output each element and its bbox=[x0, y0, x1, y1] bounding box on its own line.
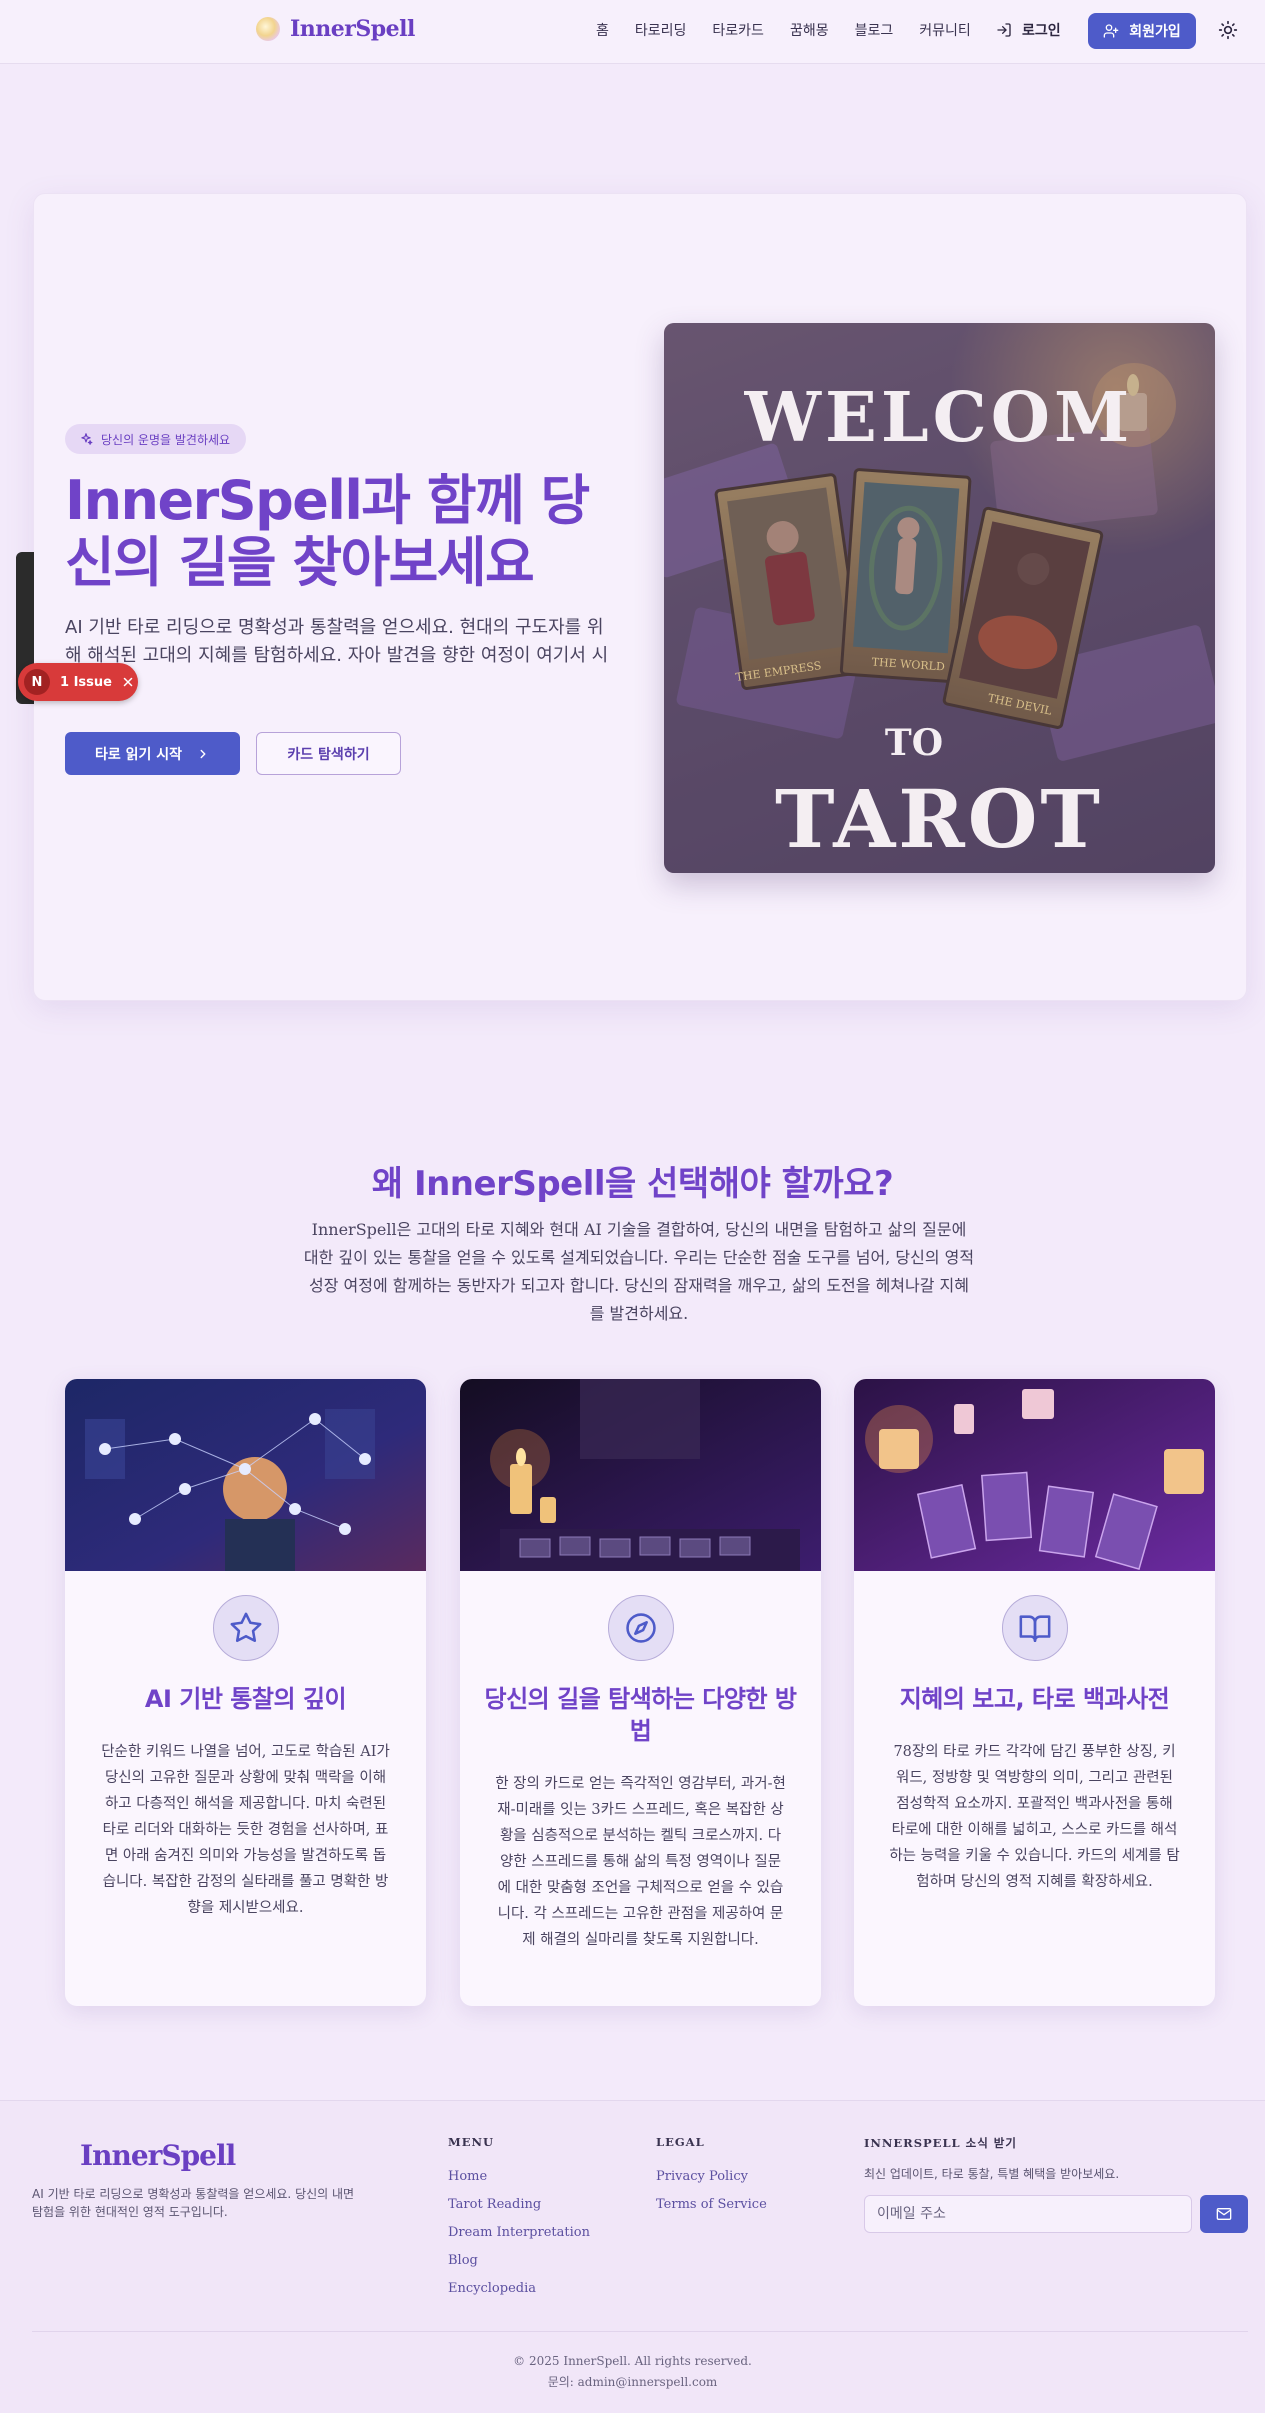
login-label: 로그인 bbox=[1022, 23, 1061, 39]
contact-email[interactable]: 문의: admin@innerspell.com bbox=[0, 2372, 1265, 2393]
footer-about: AI 기반 타로 리딩으로 명확성과 통찰력을 얻으세요. 당신의 내면 탐험을… bbox=[32, 2187, 355, 2219]
card-title: 지혜의 보고, 타로 백과사전 bbox=[899, 1685, 1170, 1713]
why-description: InnerSpell은 고대의 타로 지혜와 현대 AI 기술을 결합하여, 당… bbox=[303, 1220, 975, 1323]
card-title: AI 기반 통찰의 깊이 bbox=[144, 1685, 347, 1713]
star-icon bbox=[230, 1612, 262, 1643]
close-icon[interactable] bbox=[122, 676, 134, 688]
footer-menu-heading: MENU bbox=[448, 2135, 495, 2149]
login-button[interactable]: 로그인 bbox=[996, 20, 1061, 40]
card-icon-wrap bbox=[608, 1595, 674, 1661]
hero-badge: 당신의 운명을 발견하세요 bbox=[65, 424, 247, 454]
footer-link-terms[interactable]: Terms of Service bbox=[656, 2191, 767, 2219]
image-text-tarot: TAROT bbox=[775, 772, 1103, 866]
footer-link-tarot-reading[interactable]: Tarot Reading bbox=[448, 2191, 590, 2219]
brand-name: InnerSpell bbox=[290, 16, 415, 42]
hero-tarot-image: THE EMPRESS THE WORLD THE DEVIL WELCOM T… bbox=[664, 323, 1215, 873]
nav-link-tarot-reading[interactable]: 타로리딩 bbox=[635, 20, 687, 40]
email-input[interactable]: 이메일 주소 bbox=[864, 2195, 1192, 2233]
issue-avatar: N bbox=[24, 669, 50, 695]
logo-icon bbox=[256, 17, 280, 41]
footer-link-dream[interactable]: Dream Interpretation bbox=[448, 2219, 590, 2247]
nav-link-community[interactable]: 커뮤니티 bbox=[919, 20, 971, 40]
footer-link-blog[interactable]: Blog bbox=[448, 2247, 590, 2275]
hero-title: InnerSpell과 함께 당신의 길을 찾아보세요 bbox=[65, 469, 590, 594]
explore-cards-button[interactable]: 카드 탐색하기 bbox=[256, 732, 401, 775]
footer-newsletter: INNERSPELL 소식 받기 최신 업데이트, 타로 통찰, 특별 혜택을 … bbox=[864, 2135, 1244, 2182]
feature-image-spreads bbox=[460, 1379, 821, 1571]
copyright-text: © 2025 InnerSpell. All rights reserved. bbox=[513, 2354, 752, 2368]
book-icon bbox=[1019, 1615, 1051, 1643]
signup-label: 회원가입 bbox=[1129, 24, 1181, 40]
nav-link-tarot-cards[interactable]: 타로카드 bbox=[712, 20, 764, 40]
card-text: 한 장의 카드로 얻는 즉각적인 영감부터, 과거-현재-미래를 잇는 3카드 … bbox=[495, 1776, 786, 1948]
footer-brand[interactable]: InnerSpell bbox=[80, 2139, 236, 2172]
mail-icon bbox=[1216, 2208, 1232, 2220]
card-text: 78장의 타로 카드 각각에 담긴 풍부한 상징, 키워드, 정방향 및 역방향… bbox=[889, 1744, 1180, 1890]
start-reading-label: 타로 읽기 시작 bbox=[94, 746, 183, 763]
start-reading-button[interactable]: 타로 읽기 시작 bbox=[65, 732, 240, 775]
compass-icon bbox=[626, 1613, 656, 1643]
feature-card-ai: AI 기반 통찰의 깊이 단순한 키워드 나열을 넘어, 고도로 학습된 AI가… bbox=[65, 1379, 426, 2006]
image-text-to: TO bbox=[885, 722, 943, 764]
sun-icon[interactable] bbox=[1218, 20, 1238, 40]
why-title: 왜 InnerSpell을 선택해야 할까요? bbox=[371, 1164, 894, 1204]
hero-badge-label: 당신의 운명을 발견하세요 bbox=[101, 432, 231, 447]
footer-legal: LEGAL Privacy Policy Terms of Service bbox=[656, 2135, 767, 2219]
feature-image-encyclopedia bbox=[854, 1379, 1215, 1571]
footer-link-privacy[interactable]: Privacy Policy bbox=[656, 2163, 767, 2191]
footer-divider bbox=[32, 2331, 1248, 2332]
nav-links: 홈 타로리딩 타로카드 꿈해몽 블로그 커뮤니티 bbox=[596, 20, 971, 40]
footer: InnerSpell AI 기반 타로 리딩으로 명확성과 통찰력을 얻으세요.… bbox=[0, 2100, 1265, 2413]
card-icon-wrap bbox=[213, 1595, 279, 1661]
footer-legal-heading: LEGAL bbox=[656, 2135, 705, 2149]
nav-link-home[interactable]: 홈 bbox=[596, 20, 609, 40]
nav-link-dream[interactable]: 꿈해몽 bbox=[790, 20, 829, 40]
hero-subtitle: AI 기반 타로 리딩으로 명확성과 통찰력을 얻으세요. 현대의 구도자를 위… bbox=[65, 617, 609, 694]
card-title: 당신의 길을 탐색하는 다양한 방법 bbox=[484, 1685, 797, 1745]
footer-link-encyclopedia[interactable]: Encyclopedia bbox=[448, 2275, 590, 2303]
chevron-right-icon bbox=[200, 749, 206, 758]
newsletter-description: 최신 업데이트, 타로 통찰, 특별 혜택을 받아보세요. bbox=[864, 2167, 1120, 2181]
user-plus-icon bbox=[1103, 24, 1119, 38]
subscribe-button[interactable] bbox=[1200, 2195, 1248, 2233]
feature-card-spreads: 당신의 길을 탐색하는 다양한 방법 한 장의 카드로 얻는 즉각적인 영감부터… bbox=[460, 1379, 821, 2006]
brand[interactable]: InnerSpell bbox=[256, 16, 415, 42]
feature-image-ai bbox=[65, 1379, 426, 1571]
login-icon bbox=[997, 23, 1011, 37]
top-navbar: InnerSpell 홈 타로리딩 타로카드 꿈해몽 블로그 커뮤니티 로그인 … bbox=[0, 0, 1265, 64]
image-text-welcome: WELCOM bbox=[744, 378, 1134, 458]
issue-label: 1 Issue bbox=[60, 674, 112, 690]
signup-button[interactable]: 회원가입 bbox=[1088, 13, 1196, 49]
sparkles-icon bbox=[81, 433, 93, 445]
footer-link-home[interactable]: Home bbox=[448, 2163, 590, 2191]
footer-menu: MENU Home Tarot Reading Dream Interpreta… bbox=[448, 2135, 590, 2303]
feature-card-encyclopedia: 지혜의 보고, 타로 백과사전 78장의 타로 카드 각각에 담긴 풍부한 상징… bbox=[854, 1379, 1215, 2006]
nav-link-blog[interactable]: 블로그 bbox=[855, 20, 894, 40]
card-text: 단순한 키워드 나열을 넘어, 고도로 학습된 AI가 당신의 고유한 질문과 … bbox=[101, 1744, 390, 1916]
card-icon-wrap bbox=[1002, 1595, 1068, 1661]
copyright: © 2025 InnerSpell. All rights reserved. … bbox=[0, 2351, 1265, 2393]
newsletter-heading: INNERSPELL 소식 받기 bbox=[864, 2136, 1017, 2150]
tarot-illustration: THE EMPRESS THE WORLD THE DEVIL WELCOM T… bbox=[664, 323, 1215, 873]
issue-badge[interactable]: N 1 Issue bbox=[18, 663, 138, 701]
